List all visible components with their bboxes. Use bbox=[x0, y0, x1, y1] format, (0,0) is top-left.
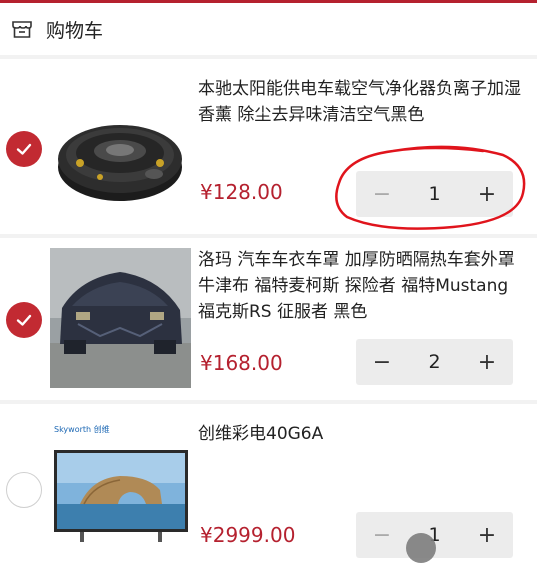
cart-item: Skyworth 创维 创维彩电40G6A ¥2999.00 − 1 + bbox=[0, 404, 537, 576]
item-select-checkbox[interactable] bbox=[6, 302, 42, 338]
increase-quantity-button[interactable]: + bbox=[461, 339, 513, 385]
page-header: 购物车 bbox=[0, 3, 537, 55]
product-name[interactable]: 创维彩电40G6A bbox=[198, 421, 528, 447]
decrease-quantity-button[interactable]: − bbox=[356, 171, 408, 217]
brand-logo-text: Skyworth 创维 bbox=[54, 425, 110, 434]
product-price: ¥168.00 bbox=[200, 351, 283, 375]
cart-item: 洛玛 汽车车衣车罩 加厚防晒隔热车套外罩牛津布 福特麦柯斯 探险者 福特Must… bbox=[0, 238, 537, 400]
checkmark-icon bbox=[16, 143, 32, 155]
store-icon bbox=[10, 17, 34, 41]
increase-quantity-button[interactable]: + bbox=[461, 512, 513, 558]
product-name[interactable]: 洛玛 汽车车衣车罩 加厚防晒隔热车套外罩牛津布 福特麦柯斯 探险者 福特Must… bbox=[198, 247, 528, 325]
quantity-value[interactable]: 1 bbox=[408, 171, 461, 217]
quantity-value[interactable]: 2 bbox=[408, 339, 461, 385]
decrease-quantity-button[interactable]: − bbox=[356, 512, 408, 558]
decrease-quantity-button[interactable]: − bbox=[356, 339, 408, 385]
product-name[interactable]: 本驰太阳能供电车载空气净化器负离子加湿香薰 除尘去异味清洁空气黑色 bbox=[198, 76, 528, 128]
product-price: ¥128.00 bbox=[200, 180, 283, 204]
car-cover-image[interactable] bbox=[50, 248, 191, 388]
item-select-checkbox[interactable] bbox=[6, 131, 42, 167]
quantity-stepper: − 2 + bbox=[356, 339, 513, 385]
tv-image[interactable] bbox=[50, 420, 192, 552]
cart-item: 本驰太阳能供电车载空气净化器负离子加湿香薰 除尘去异味清洁空气黑色 ¥128.0… bbox=[0, 59, 537, 234]
increase-quantity-button[interactable]: + bbox=[461, 171, 513, 217]
air-purifier-image[interactable] bbox=[50, 79, 190, 219]
product-price: ¥2999.00 bbox=[200, 523, 296, 547]
quantity-stepper: − 1 + bbox=[356, 171, 513, 217]
page-title: 购物车 bbox=[46, 19, 104, 42]
checkmark-icon bbox=[16, 314, 32, 326]
touch-pointer-indicator bbox=[406, 533, 436, 563]
item-select-checkbox[interactable] bbox=[6, 472, 42, 508]
